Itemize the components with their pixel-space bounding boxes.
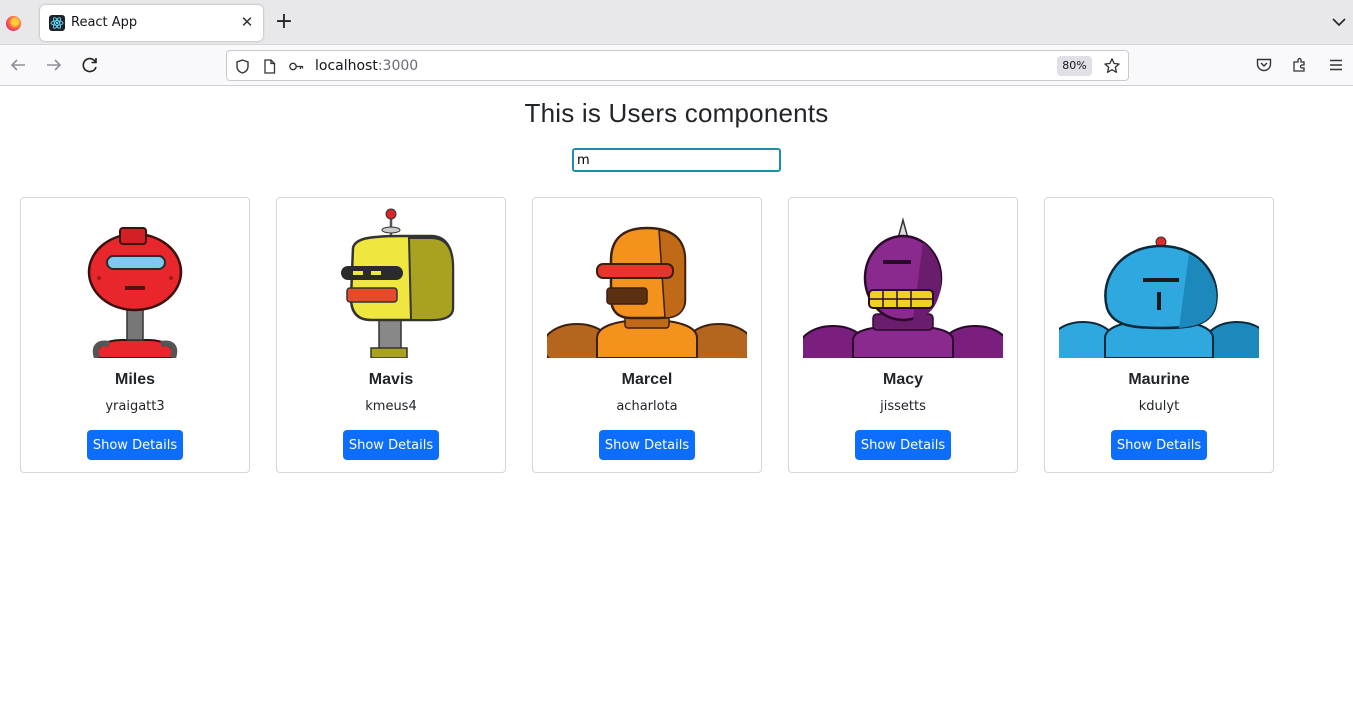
user-name: Marcel (621, 371, 673, 388)
show-details-button[interactable]: Show Details (855, 430, 951, 460)
user-card: Marcel acharlota Show Details (532, 197, 762, 473)
nav-bar: localhost:3000 80% (0, 45, 1353, 86)
user-name: Macy (882, 371, 924, 388)
firefox-icon (6, 16, 21, 31)
pocket-icon[interactable] (1255, 56, 1273, 74)
extensions-icon[interactable] (1291, 56, 1309, 74)
key-icon[interactable] (288, 58, 305, 75)
user-username: kmeus4 (365, 399, 417, 414)
back-icon[interactable] (7, 54, 29, 76)
user-name: Mavis (368, 371, 414, 388)
tab-bar: React App ✕ + (0, 0, 1353, 45)
page-icon[interactable] (261, 58, 278, 75)
page-title: This is Users components (524, 98, 829, 128)
url-port: :3000 (377, 58, 419, 74)
shield-icon[interactable] (234, 58, 251, 75)
show-details-button[interactable]: Show Details (343, 430, 439, 460)
robot-avatar-image (1059, 236, 1259, 358)
user-name: Miles (114, 371, 155, 388)
page-content: This is Users components Miles yraigatt3… (0, 86, 1353, 710)
show-details-button[interactable]: Show Details (599, 430, 695, 460)
robot-avatar-image (341, 208, 455, 358)
star-icon[interactable] (1103, 57, 1121, 75)
user-card: Mavis kmeus4 Show Details (276, 197, 506, 473)
show-details-button[interactable]: Show Details (1111, 430, 1207, 460)
url-text: localhost:3000 (315, 58, 418, 74)
reload-icon[interactable] (79, 54, 101, 76)
zoom-badge[interactable]: 80% (1057, 56, 1092, 76)
user-card: Miles yraigatt3 Show Details (20, 197, 250, 473)
user-username: jissetts (880, 399, 926, 414)
forward-icon[interactable] (43, 54, 65, 76)
search-input[interactable] (572, 148, 781, 172)
url-bar[interactable]: localhost:3000 80% (226, 50, 1129, 81)
user-username: acharlota (616, 399, 678, 414)
close-icon[interactable]: ✕ (239, 14, 255, 30)
menu-icon[interactable] (1327, 56, 1345, 74)
user-username: kdulyt (1138, 399, 1180, 414)
url-host: localhost (315, 58, 378, 74)
robot-avatar-image (803, 217, 1003, 358)
user-card: Macy jissetts Show Details (788, 197, 1018, 473)
user-card: Maurine kdulyt Show Details (1044, 197, 1274, 473)
robot-avatar-image (87, 227, 183, 358)
tab-react-app[interactable]: React App ✕ (40, 5, 263, 41)
robot-avatar-image (547, 226, 747, 358)
tab-title: React App (71, 15, 138, 30)
user-name: Maurine (1128, 371, 1190, 388)
user-username: yraigatt3 (105, 399, 165, 414)
chevron-down-icon[interactable] (1330, 13, 1348, 31)
react-icon (49, 15, 65, 31)
plus-icon[interactable]: + (273, 11, 295, 33)
show-details-button[interactable]: Show Details (87, 430, 183, 460)
